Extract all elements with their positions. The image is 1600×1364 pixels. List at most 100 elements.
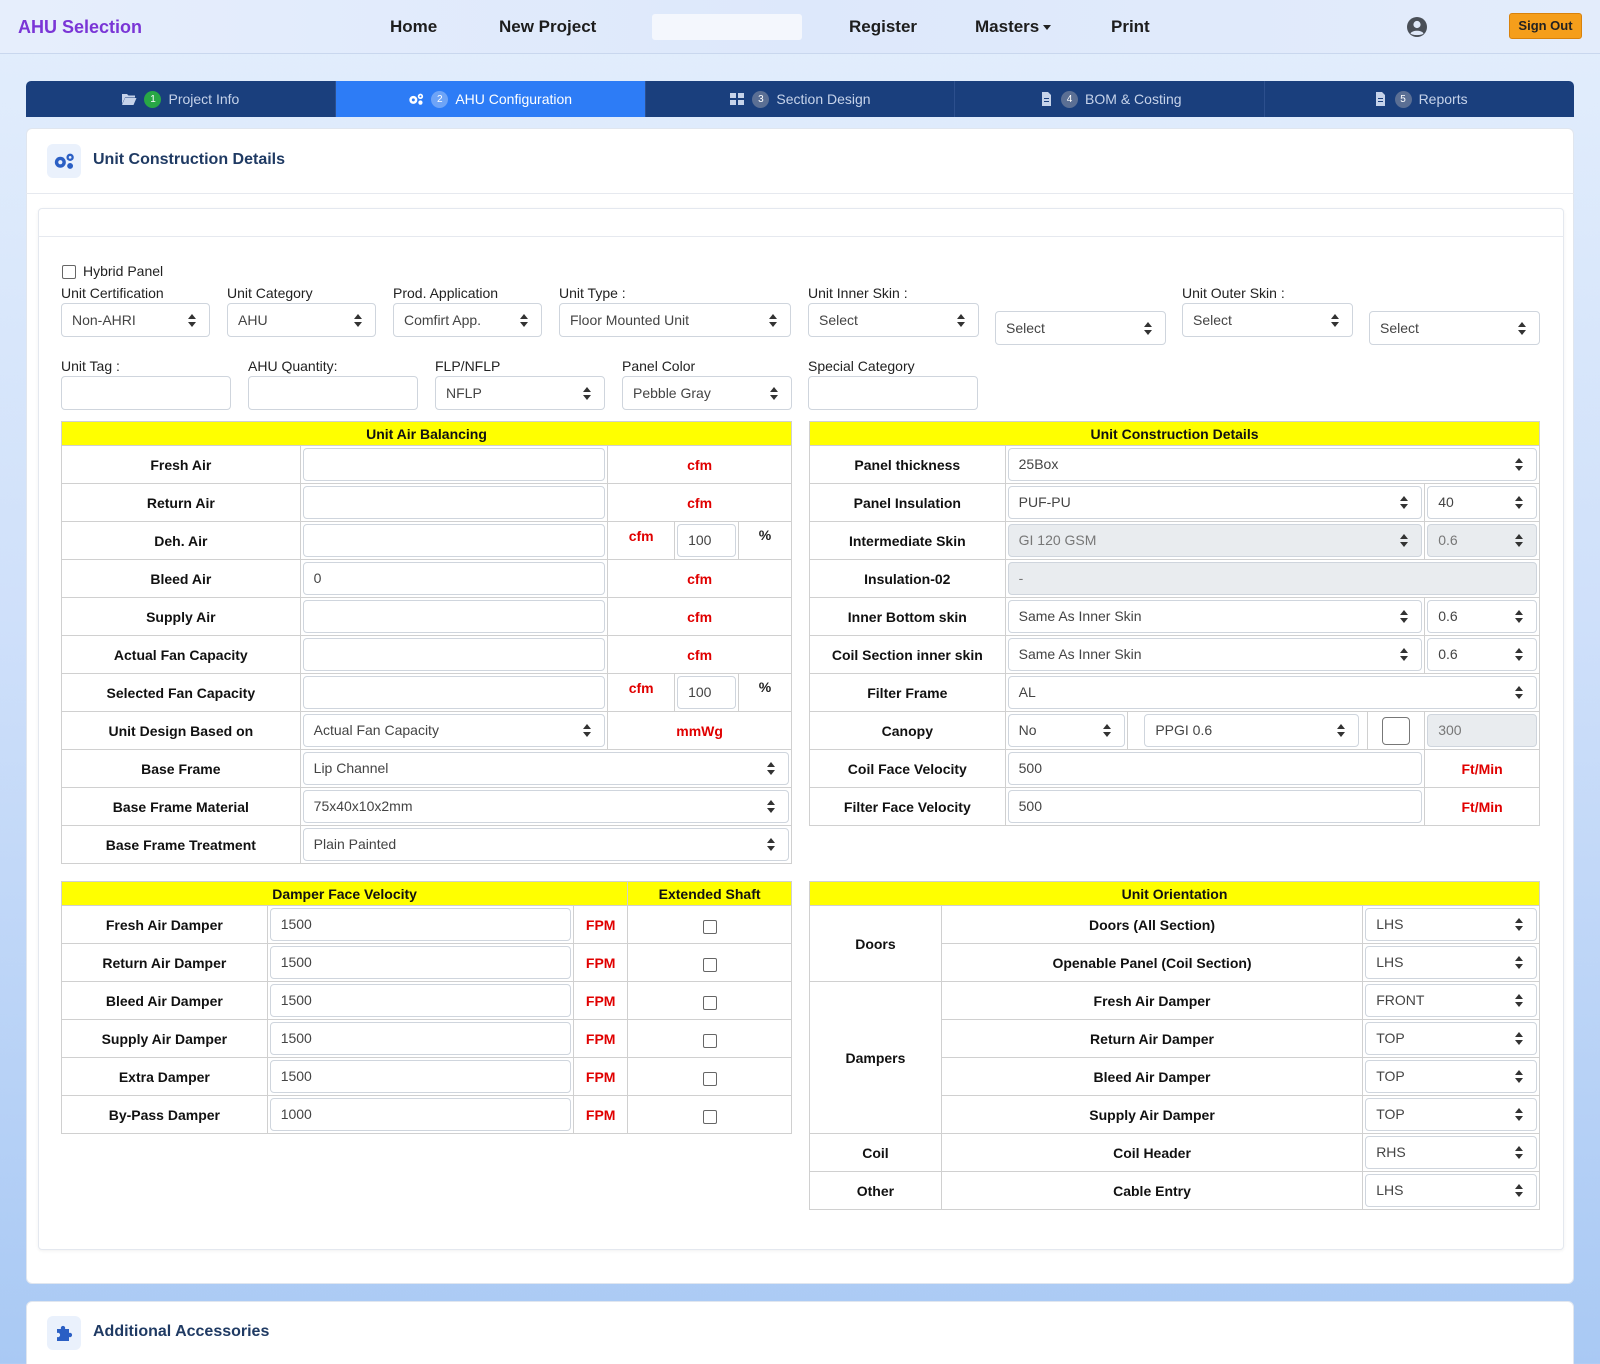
nav-new-project[interactable]: New Project xyxy=(499,17,596,37)
openable-panel-select[interactable]: LHS xyxy=(1365,946,1537,979)
base-frame-select[interactable]: Lip Channel xyxy=(302,752,789,785)
flp-nflp-select[interactable]: NFLP xyxy=(435,376,605,410)
sign-out-button[interactable]: Sign Out xyxy=(1509,13,1582,39)
tab-reports[interactable]: 5 Reports xyxy=(1265,81,1574,117)
extra-damper-shaft-checkbox[interactable] xyxy=(702,1072,717,1086)
panel-insulation-select[interactable]: PUF-PU xyxy=(1007,486,1423,519)
return-air-input[interactable] xyxy=(302,486,606,519)
bleed-air-label: Bleed Air xyxy=(61,559,301,598)
deh-air-input[interactable] xyxy=(302,524,606,557)
return-air-label: Return Air xyxy=(61,483,301,522)
selected-fan-percent-input[interactable]: 100 xyxy=(677,676,737,709)
damper-velocity-table: Damper Face Velocity Extended Shaft Fres… xyxy=(60,881,792,1134)
unit-type-select[interactable]: Floor Mounted Unit xyxy=(559,303,791,337)
puzzle-piece-icon xyxy=(57,1325,73,1341)
supply-air-damper-shaft-checkbox[interactable] xyxy=(702,1034,717,1048)
tab-project-info[interactable]: 1 Project Info xyxy=(26,81,336,117)
canopy-material-select[interactable]: PPGI 0.6 xyxy=(1144,714,1360,747)
air-balancing-title: Unit Air Balancing xyxy=(61,421,792,446)
panel-insulation-density-select[interactable]: 40 xyxy=(1427,486,1537,519)
hybrid-panel-checkbox[interactable] xyxy=(62,265,76,279)
deh-air-percent-input[interactable]: 100 xyxy=(677,524,737,557)
unit-certification-label: Unit Certification xyxy=(61,285,164,301)
return-air-damper-shaft-checkbox[interactable] xyxy=(702,958,717,972)
tab-section-design[interactable]: 3 Section Design xyxy=(646,81,956,117)
nav-masters-dropdown[interactable]: Masters xyxy=(975,17,1052,37)
filter-face-velocity-input[interactable]: 500 xyxy=(1007,790,1423,823)
nav-register[interactable]: Register xyxy=(849,17,917,37)
orient-bleed-air-damper-select[interactable]: TOP xyxy=(1365,1060,1537,1093)
unit-category-select[interactable]: AHU xyxy=(227,303,376,337)
bleed-air-damper-input[interactable]: 1500 xyxy=(269,984,572,1017)
intermediate-skin-thickness-select[interactable]: 0.6 xyxy=(1427,524,1537,557)
cogs-icon xyxy=(409,93,424,105)
supply-air-damper-input[interactable]: 1500 xyxy=(269,1022,572,1055)
fresh-air-damper-input[interactable]: 1500 xyxy=(269,908,572,941)
coil-face-velocity-input[interactable]: 500 xyxy=(1007,752,1423,785)
coil-section-inner-skin-thickness-select[interactable]: 0.6 xyxy=(1427,638,1537,671)
base-frame-treatment-select[interactable]: Plain Painted xyxy=(302,828,789,861)
inner-bottom-skin-select[interactable]: Same As Inner Skin xyxy=(1007,600,1423,633)
brand-logo[interactable]: AHU Selection xyxy=(18,17,142,38)
filter-frame-select[interactable]: AL xyxy=(1007,676,1537,709)
supply-air-input[interactable] xyxy=(302,600,606,633)
unit-design-based-on-select[interactable]: Actual Fan Capacity xyxy=(302,714,606,747)
construction-title: Unit Construction Details xyxy=(809,421,1540,446)
unit-outer-skin-thickness-select[interactable]: Select xyxy=(1369,311,1540,345)
prod-application-label: Prod. Application xyxy=(393,285,499,301)
tab-bom-costing[interactable]: 4 BOM & Costing xyxy=(955,81,1266,117)
unit-certification-select[interactable]: Non-AHRI xyxy=(61,303,210,337)
user-circle-icon[interactable] xyxy=(1406,16,1428,38)
coil-header-select[interactable]: RHS xyxy=(1365,1136,1537,1169)
bypass-damper-shaft-checkbox[interactable] xyxy=(702,1110,717,1124)
tab-ahu-configuration[interactable]: 2 AHU Configuration xyxy=(335,81,646,117)
extra-damper-input[interactable]: 1500 xyxy=(269,1060,572,1093)
nav-print[interactable]: Print xyxy=(1111,17,1150,37)
inner-bottom-skin-thickness-select[interactable]: 0.6 xyxy=(1427,600,1537,633)
unit-category-label: Unit Category xyxy=(227,285,313,301)
unit-inner-skin-select[interactable]: Select xyxy=(808,303,979,337)
insulation-02-input[interactable]: - xyxy=(1007,562,1537,595)
bypass-damper-input[interactable]: 1000 xyxy=(269,1098,572,1131)
tab-label: AHU Configuration xyxy=(455,91,573,107)
unit-tag-input[interactable] xyxy=(61,376,231,410)
construction-table: Unit Construction Details Panel thicknes… xyxy=(809,421,1541,826)
doors-all-section-select[interactable]: LHS xyxy=(1365,908,1537,941)
cable-entry-label: Cable Entry xyxy=(940,1171,1364,1210)
return-air-unit: cfm xyxy=(607,483,792,522)
special-category-input[interactable] xyxy=(808,376,978,410)
ahu-quantity-input[interactable] xyxy=(248,376,418,410)
top-navbar: AHU Selection Home New Project Register … xyxy=(0,0,1600,54)
orient-fresh-air-damper-select[interactable]: FRONT xyxy=(1365,984,1537,1017)
unit-inner-skin-thickness-select[interactable]: Select xyxy=(995,311,1166,345)
wizard-tabs: 1 Project Info 2 AHU Configuration 3 Sec… xyxy=(26,81,1574,117)
air-balancing-table: Unit Air Balancing Fresh Air cfm Return … xyxy=(61,421,793,864)
coil-section-inner-skin-select[interactable]: Same As Inner Skin xyxy=(1007,638,1423,671)
intermediate-skin-select[interactable]: GI 120 GSM xyxy=(1007,524,1423,557)
base-frame-treatment-label: Base Frame Treatment xyxy=(61,825,301,864)
bleed-air-damper-shaft-checkbox[interactable] xyxy=(702,996,717,1010)
prod-application-select[interactable]: Comfirt App. xyxy=(393,303,542,337)
canopy-size-input[interactable]: 300 xyxy=(1427,714,1537,747)
orient-return-air-damper-select[interactable]: TOP xyxy=(1365,1022,1537,1055)
dampers-group-label: Dampers xyxy=(809,981,942,1134)
base-frame-material-label: Base Frame Material xyxy=(61,787,301,826)
cable-entry-select[interactable]: LHS xyxy=(1365,1174,1537,1207)
section-title: Unit Construction Details xyxy=(93,151,286,168)
return-air-damper-input[interactable]: 1500 xyxy=(269,946,572,979)
canopy-color-box[interactable] xyxy=(1382,716,1411,745)
nav-home[interactable]: Home xyxy=(390,17,437,37)
fresh-air-input[interactable] xyxy=(302,448,606,481)
selected-fan-capacity-input[interactable] xyxy=(302,676,606,709)
panel-thickness-select[interactable]: 25Box xyxy=(1007,448,1537,481)
orient-supply-air-damper-select[interactable]: TOP xyxy=(1365,1098,1537,1131)
fresh-air-damper-shaft-checkbox[interactable] xyxy=(702,920,717,934)
unit-outer-skin-select[interactable]: Select xyxy=(1182,303,1353,337)
base-frame-material-select[interactable]: 75x40x10x2mm xyxy=(302,790,789,823)
actual-fan-capacity-input[interactable] xyxy=(302,638,606,671)
panel-thickness-label: Panel thickness xyxy=(809,445,1006,484)
canopy-select[interactable]: No xyxy=(1007,714,1126,747)
bleed-air-input[interactable]: 0 xyxy=(302,562,606,595)
panel-color-select[interactable]: Pebble Gray xyxy=(622,376,792,410)
tab-label: BOM & Costing xyxy=(1085,91,1182,107)
